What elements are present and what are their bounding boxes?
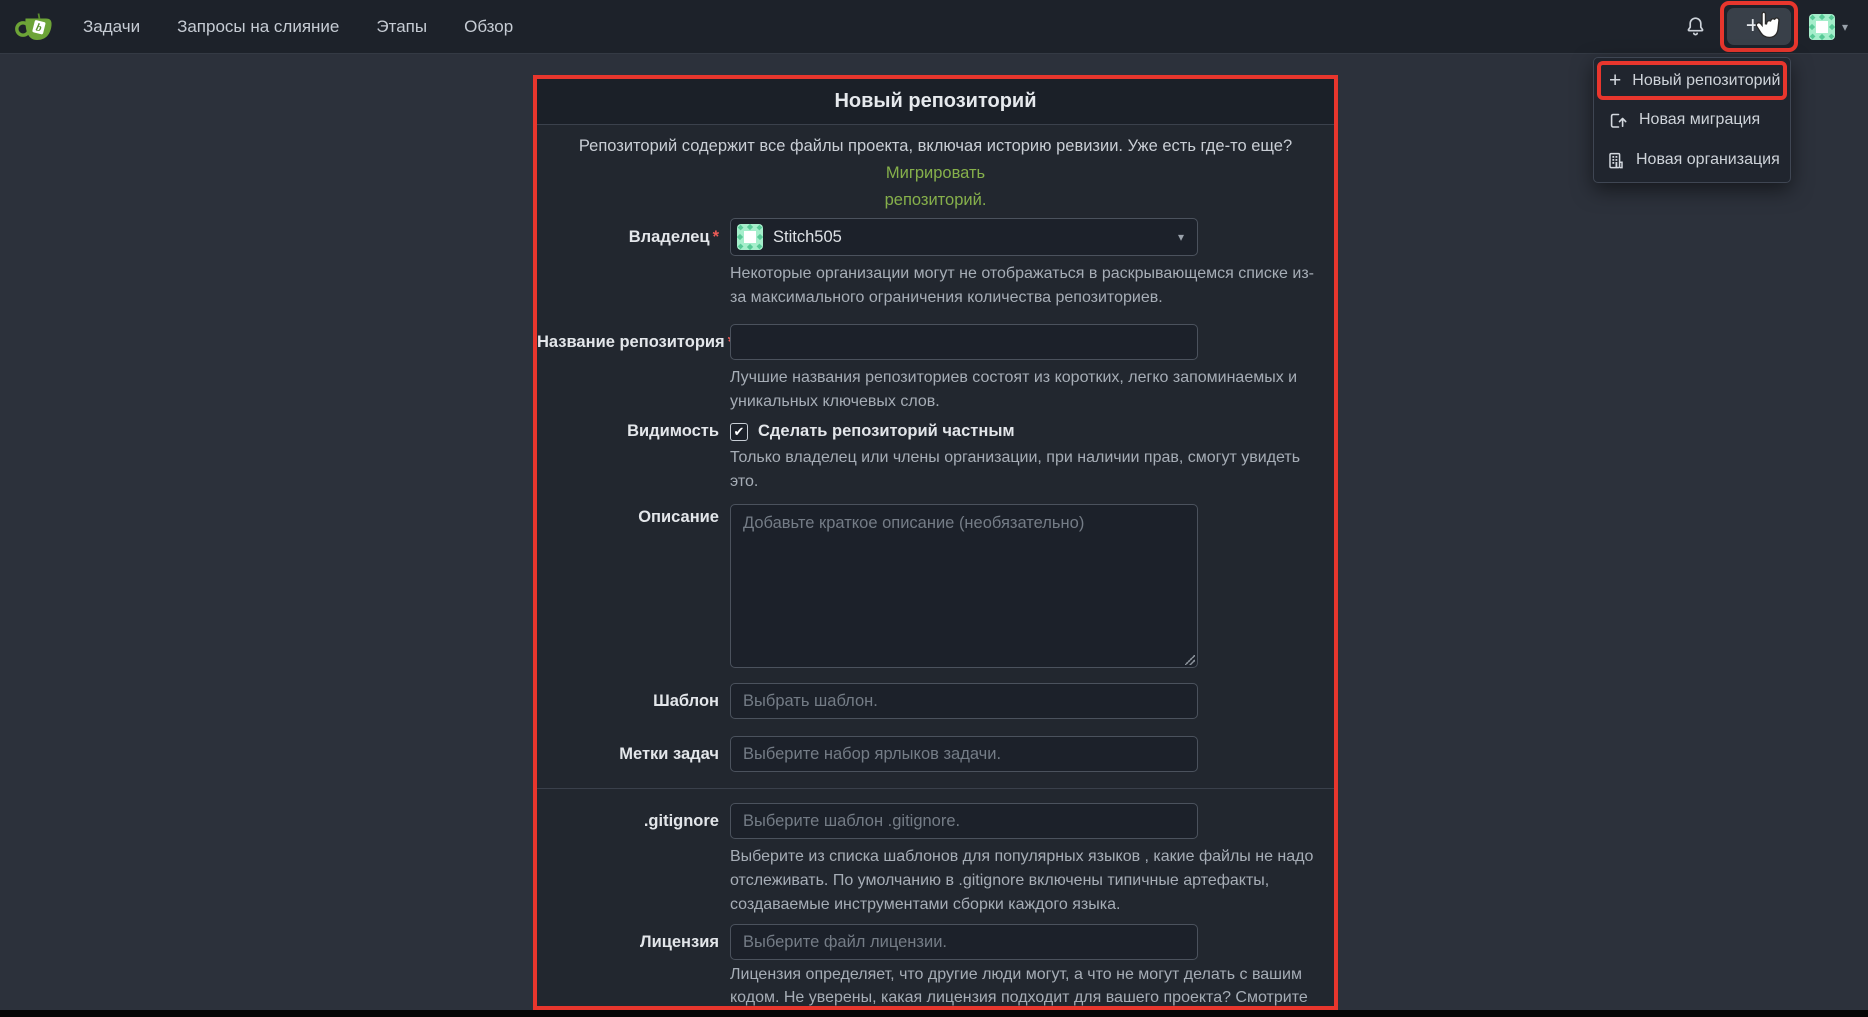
form-fields: Владелец*	[537, 218, 1334, 1010]
migrate-repository-link[interactable]: Мигрироватьрепозиторий.	[885, 164, 987, 209]
owner-help-text: Некоторые организации могут не отображат…	[730, 262, 1324, 310]
plus-icon: +	[1746, 14, 1760, 38]
license-help-text: Лицензия определяет, что другие люди мог…	[730, 963, 1324, 1010]
repo-name-help-text: Лучшие названия репозиториев состоят из …	[730, 366, 1324, 414]
gitignore-label: .gitignore	[537, 803, 730, 917]
user-avatar	[1809, 14, 1835, 40]
nav-link-issues[interactable]: Задачи	[83, 17, 140, 37]
issue-labels-label: Метки задач	[537, 736, 730, 772]
nav-link-milestones[interactable]: Этапы	[376, 17, 427, 37]
organization-icon	[1606, 151, 1625, 170]
menu-item-new-migration[interactable]: Новая миграция	[1594, 100, 1790, 140]
owner-value: Stitch505	[773, 228, 1178, 247]
nav-link-pull-requests[interactable]: Запросы на слияние	[177, 17, 339, 37]
plus-icon: +	[1609, 70, 1621, 91]
intro-text: Репозиторий содержит все файлы проекта, …	[579, 137, 1292, 155]
chevron-down-icon: ▾	[1842, 20, 1848, 34]
gitea-logo-icon[interactable]: b	[15, 9, 55, 45]
field-template: Шаблон	[537, 683, 1334, 719]
gitignore-help-text: Выберите из списка шаблонов для популярн…	[730, 845, 1324, 917]
visibility-label: Видимость	[537, 422, 730, 494]
form-intro-text: Репозиторий содержит все файлы проекта, …	[537, 125, 1334, 218]
field-license: Лицензия Лицензия определяет, что другие…	[537, 924, 1334, 1010]
annotation-box-new-repository-item: + Новый репозиторий	[1597, 61, 1787, 100]
navbar-right-cluster: + ▾ ▾	[1683, 1, 1868, 52]
menu-item-label: Новая организация	[1636, 151, 1780, 169]
notifications-bell-icon[interactable]	[1683, 14, 1709, 40]
migration-icon	[1606, 111, 1628, 130]
section-divider	[537, 788, 1334, 789]
field-description: Описание	[537, 504, 1334, 668]
chevron-down-icon: ▾	[1767, 20, 1773, 33]
template-label: Шаблон	[537, 683, 730, 719]
create-dropdown-menu: + Новый репозиторий Новая миграция	[1593, 57, 1791, 183]
annotation-box-create-button: + ▾	[1720, 1, 1798, 52]
license-label: Лицензия	[537, 924, 730, 1010]
private-repo-checkbox[interactable]: ✔	[730, 423, 748, 441]
description-label: Описание	[537, 504, 730, 668]
field-issue-labels: Метки задач	[537, 736, 1334, 772]
issue-labels-input[interactable]	[730, 736, 1198, 772]
create-new-button[interactable]: + ▾	[1727, 8, 1791, 45]
field-repo-name: Название репозитория* Лучшие названия ре…	[537, 324, 1334, 414]
owner-avatar	[737, 224, 763, 250]
page-title: Новый репозиторий	[834, 90, 1036, 113]
field-visibility: Видимость ✔ Сделать репозиторий частным …	[537, 422, 1334, 494]
form-header: Новый репозиторий	[537, 79, 1334, 125]
owner-label: Владелец*	[537, 218, 730, 310]
description-textarea[interactable]	[730, 504, 1198, 668]
owner-select[interactable]: Stitch505 ▾	[730, 218, 1198, 256]
required-asterisk: *	[713, 228, 719, 246]
menu-item-new-repository[interactable]: + Новый репозиторий	[1601, 65, 1783, 96]
gitignore-input[interactable]	[730, 803, 1198, 839]
top-navbar: b Задачи Запросы на слияние Этапы Обзор …	[0, 0, 1868, 54]
chevron-down-icon: ▾	[1178, 230, 1184, 244]
field-owner: Владелец*	[537, 218, 1334, 310]
repo-name-label: Название репозитория*	[537, 324, 730, 414]
user-menu-button[interactable]: ▾	[1809, 14, 1848, 40]
main-nav-links: Задачи Запросы на слияние Этапы Обзор	[83, 17, 513, 37]
field-gitignore: .gitignore Выберите из списка шаблонов д…	[537, 803, 1334, 917]
repo-name-input[interactable]	[730, 324, 1198, 360]
menu-item-new-organization[interactable]: Новая организация	[1594, 140, 1790, 180]
bottom-black-bar	[0, 1010, 1868, 1017]
private-repo-checkbox-label[interactable]: Сделать репозиторий частным	[758, 422, 1015, 441]
checkmark-icon: ✔	[734, 425, 745, 438]
menu-item-label: Новая миграция	[1639, 111, 1760, 129]
visibility-help-text: Только владелец или члены организации, п…	[730, 446, 1324, 494]
nav-link-explore[interactable]: Обзор	[464, 17, 513, 37]
menu-item-label: Новый репозиторий	[1632, 72, 1780, 90]
license-input[interactable]	[730, 924, 1198, 960]
template-input[interactable]	[730, 683, 1198, 719]
new-repository-form-panel: Новый репозиторий Репозиторий содержит в…	[533, 75, 1338, 1010]
